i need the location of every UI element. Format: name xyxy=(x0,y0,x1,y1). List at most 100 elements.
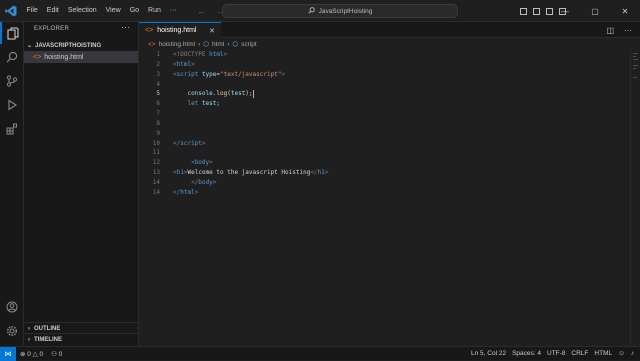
vscode-logo-icon xyxy=(0,0,22,22)
folder-header[interactable]: ⌄ JAVASCRIPTHOISTING xyxy=(24,40,139,51)
code-line[interactable]: <html> xyxy=(173,60,613,70)
code-line[interactable]: let test; xyxy=(173,99,613,109)
language-mode[interactable]: HTML xyxy=(594,350,612,357)
more-actions-icon[interactable]: ··· xyxy=(624,26,632,35)
code-token: let xyxy=(187,100,199,108)
tab-hoisting-html[interactable]: <> hoisting.html ✕ xyxy=(139,22,221,38)
copilot-icon[interactable]: ☺ xyxy=(618,350,625,357)
html-file-icon: <> xyxy=(148,40,156,48)
minimize-icon[interactable]: — xyxy=(550,7,580,16)
toggle-sidebar-icon[interactable] xyxy=(520,7,527,15)
menu-more[interactable]: ··· xyxy=(165,0,181,22)
code-token: </ xyxy=(310,169,318,177)
code-token: script xyxy=(176,70,199,78)
code-token: > xyxy=(212,178,217,186)
line-number: 10 xyxy=(152,139,160,147)
ports-icon[interactable]: ⚇ 0 xyxy=(47,350,66,358)
file-item-hoisting[interactable]: <> hoisting.html xyxy=(24,51,138,63)
code-line[interactable] xyxy=(173,148,613,158)
line-number: 4 xyxy=(156,80,160,88)
explorer-sidebar: EXPLORER ··· ⌄ JAVASCRIPTHOISTING <> hoi… xyxy=(24,22,139,346)
error-icon: ⊗ xyxy=(20,350,26,358)
minimap-line xyxy=(633,68,636,69)
window-controls: — ▢ ✕ xyxy=(550,0,640,22)
menu-view[interactable]: View xyxy=(101,0,125,22)
code-line[interactable]: <h1>Welcome to the javascript Hoisting</… xyxy=(173,168,613,178)
chevron-right-icon: › xyxy=(227,40,230,48)
timeline-label: TIMELINE xyxy=(34,336,62,343)
code-line[interactable] xyxy=(173,80,613,90)
element-icon: ⬡ xyxy=(203,41,209,48)
minimap-line xyxy=(633,56,636,57)
minimap-line xyxy=(633,59,638,60)
close-tab-icon[interactable]: ✕ xyxy=(209,27,221,35)
more-actions-icon[interactable]: ··· xyxy=(121,22,130,32)
line-ending[interactable]: CRLF xyxy=(571,350,588,357)
indentation[interactable]: Spaces: 4 xyxy=(512,350,541,357)
problems-count: 0 △ 0 xyxy=(27,350,44,358)
chevron-right-icon: › xyxy=(28,336,30,343)
line-number: 5 xyxy=(156,90,160,98)
minimap-line xyxy=(633,65,638,66)
line-number: 9 xyxy=(156,129,160,137)
folder-name: JAVASCRIPTHOISTING xyxy=(35,42,102,49)
menu-go[interactable]: Go xyxy=(125,0,143,22)
run-debug-icon[interactable] xyxy=(0,94,24,116)
problems-indicator[interactable]: ⊗ 0 △ 0 xyxy=(16,350,47,358)
code-token: > xyxy=(281,70,286,78)
back-arrow-icon[interactable]: ← xyxy=(197,6,206,16)
toggle-panel-icon[interactable] xyxy=(533,7,540,15)
activity-bar xyxy=(0,22,24,346)
line-number: 11 xyxy=(152,149,160,157)
minimap-line xyxy=(633,53,638,54)
menu-file[interactable]: File xyxy=(22,0,42,22)
code-line[interactable] xyxy=(173,119,613,129)
line-number: 1 xyxy=(156,51,160,58)
file-name: hoisting.html xyxy=(44,53,84,61)
code-line[interactable]: <!DOCTYPE html> xyxy=(173,50,613,60)
menu-selection[interactable]: Selection xyxy=(63,0,101,22)
extensions-icon[interactable] xyxy=(0,118,24,140)
editor-scrollbar[interactable] xyxy=(630,50,640,346)
code-token: > xyxy=(201,139,206,147)
code-editor[interactable]: <!DOCTYPE html> <html> <script type="text/… xyxy=(173,50,613,198)
notifications-bell-icon[interactable]: ♪ xyxy=(631,350,634,357)
source-control-icon[interactable] xyxy=(0,70,24,92)
status-bar: ⋈ ⊗ 0 △ 0 ⚇ 0 Ln 5, Col 22 Spaces: 4 UTF… xyxy=(0,346,640,361)
html-file-icon: <> xyxy=(33,53,42,61)
code-token: body xyxy=(194,159,210,167)
code-line[interactable] xyxy=(173,109,613,119)
code-line[interactable]: <script type="text/javascript"> xyxy=(173,70,613,80)
editor-actions: ◫ ··· xyxy=(606,22,632,38)
command-center-search[interactable]: JavaScriptHoisting xyxy=(222,4,458,18)
split-editor-icon[interactable]: ◫ xyxy=(606,26,614,35)
code-line[interactable]: </script> xyxy=(173,139,613,149)
maximize-icon[interactable]: ▢ xyxy=(580,7,610,16)
breadcrumb: <> hoisting.html › ⬡ html › ⬡ script xyxy=(139,38,640,50)
remote-indicator-icon[interactable]: ⋈ xyxy=(0,346,16,361)
line-number: 3 xyxy=(156,70,160,78)
code-line[interactable] xyxy=(173,129,613,139)
breadcrumb-script[interactable]: script xyxy=(241,41,257,48)
close-icon[interactable]: ✕ xyxy=(610,7,640,16)
code-token: test xyxy=(201,100,217,108)
code-line[interactable]: <body> xyxy=(173,158,613,168)
accounts-icon[interactable] xyxy=(0,296,24,318)
code-token: h1 xyxy=(317,169,325,177)
menu-edit[interactable]: Edit xyxy=(42,0,63,22)
search-view-icon[interactable] xyxy=(0,46,24,68)
menu-run[interactable]: Run xyxy=(144,0,166,22)
explorer-icon[interactable] xyxy=(0,22,24,44)
breadcrumb-file[interactable]: hoisting.html xyxy=(159,41,196,48)
line-number: 8 xyxy=(156,119,160,127)
breadcrumb-html[interactable]: html xyxy=(212,41,224,48)
encoding[interactable]: UTF-8 xyxy=(547,350,565,357)
line-number: 6 xyxy=(156,100,160,108)
code-line[interactable]: </body> xyxy=(173,178,613,188)
cursor-position[interactable]: Ln 5, Col 22 xyxy=(471,350,506,357)
code-line[interactable]: </html> xyxy=(173,188,613,198)
manage-gear-icon[interactable] xyxy=(0,320,24,342)
timeline-section[interactable]: › TIMELINE xyxy=(24,333,139,345)
code-line[interactable]: console.log(test); xyxy=(173,89,613,99)
